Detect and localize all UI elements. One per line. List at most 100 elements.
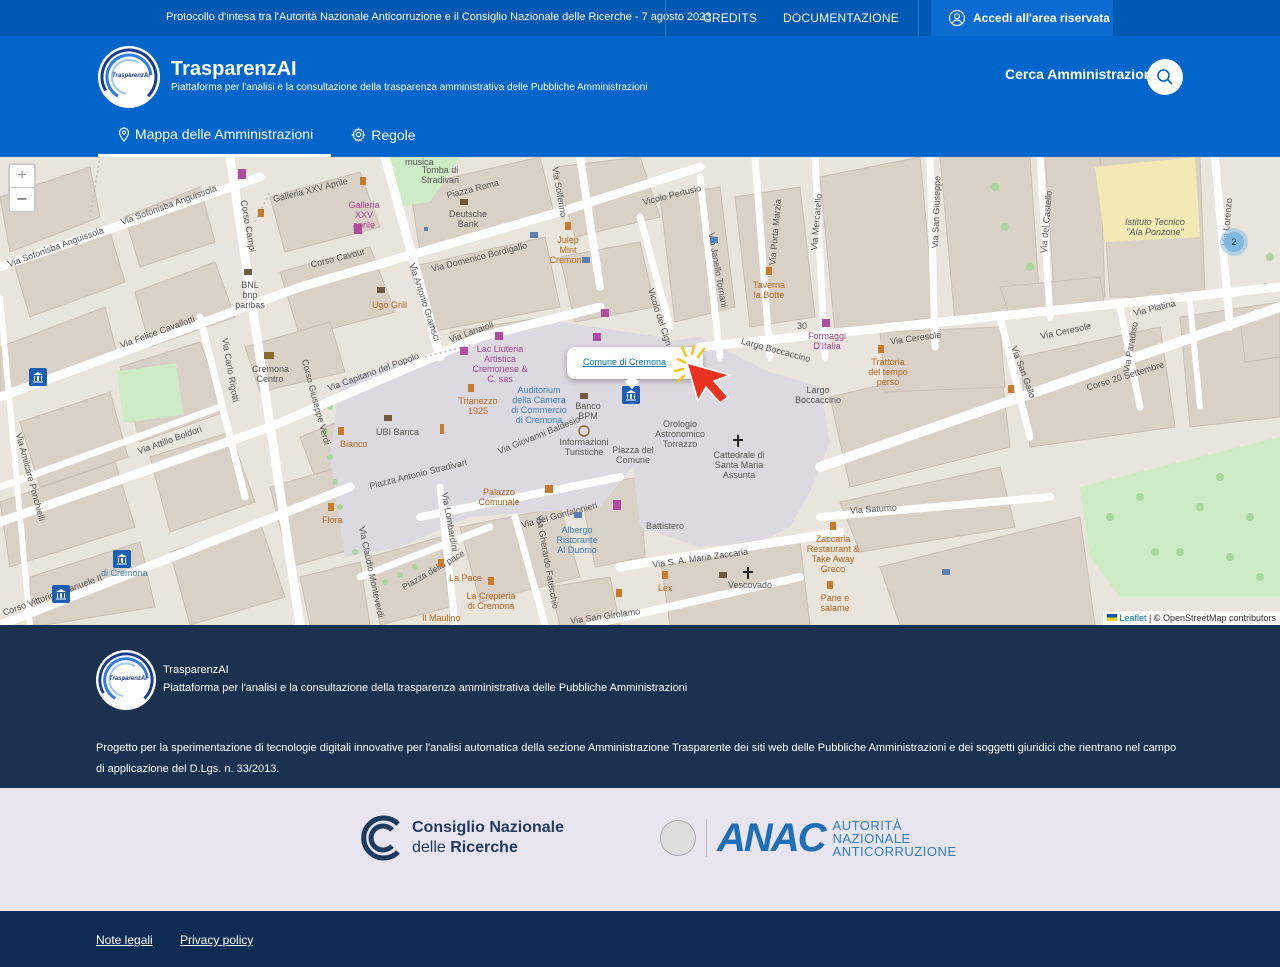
map-label: Taverna la Botte <box>752 280 786 300</box>
bottom-bar: Note legali Privacy policy <box>0 911 1280 967</box>
protocol-text: Protocollo d'intesa tra l'Autorità Nazio… <box>166 11 712 23</box>
map-label: Banco BPM <box>575 401 601 421</box>
trasparenzai-logo[interactable]: TrasparenzAI <box>98 46 160 108</box>
institution-marker[interactable] <box>29 368 47 386</box>
zoom-in-button[interactable]: + <box>10 165 34 187</box>
cnr-logo[interactable]: Consiglio Nazionale delle Ricerche <box>358 814 564 862</box>
anac-wordmark: ANAC <box>717 816 827 860</box>
map-attribution: Leaflet | © OpenStreetMap contributors <box>1102 611 1280 625</box>
map-label: 30 <box>797 321 808 331</box>
top-bar: Protocollo d'intesa tra l'Autorità Nazio… <box>0 0 1280 36</box>
map-label: Albergo Ristorante Al Duomo <box>556 525 598 555</box>
zoom-out-button[interactable]: – <box>10 187 34 210</box>
popup-link-comune[interactable]: Comune di Cremona <box>583 357 666 367</box>
cluster-marker[interactable]: 2 <box>1220 228 1248 256</box>
search-icon <box>1157 69 1173 85</box>
map-label: Informazioni Turistiche <box>559 437 609 457</box>
map-label: Trianezzo 1925 <box>458 396 498 416</box>
site-header: TrasparenzAI TrasparenzAI Piattaforma pe… <box>0 36 1280 157</box>
map-label: Tomba di Stradivari <box>420 165 459 185</box>
nav-label-mappa: Mappa delle Amministrazioni <box>135 126 314 142</box>
leaflet-link[interactable]: Leaflet <box>1119 613 1146 623</box>
site-footer: TrasparenzAI TrasparenzAI Piattaforma pe… <box>0 625 1280 788</box>
nav-label-regole: Regole <box>371 126 416 143</box>
map-label: La Pace <box>449 573 483 583</box>
map-label: Formaggi D'Italia <box>807 331 846 351</box>
cnr-line1: Consiglio Nazionale <box>412 819 565 836</box>
bank-building-icon <box>626 390 636 401</box>
footer-description: Progetto per la sperimentazione di tecno… <box>96 742 1177 775</box>
map-label: Deutsche Bank <box>448 209 488 229</box>
osm-attribution: | © OpenStreetMap contributors <box>1148 613 1276 623</box>
map-label: Cattedrale di Santa Maria Assunta <box>713 450 765 480</box>
bank-building-icon <box>117 554 127 565</box>
cnr-emblem-icon <box>361 815 400 861</box>
map-pin-icon <box>118 126 130 142</box>
map-label: Largo Boccaccino <box>794 385 842 405</box>
map-label: Zaccaria Restaurant & Take Away Greco <box>806 534 860 574</box>
privacy-policy-link[interactable]: Privacy policy <box>180 933 253 947</box>
divider <box>918 0 919 36</box>
footer-logo: TrasparenzAI <box>96 650 156 710</box>
cnr-line2b: Ricerche <box>450 839 518 856</box>
map-label: Ugo Grill <box>372 300 408 310</box>
footer-site-name: TrasparenzAI <box>163 664 229 676</box>
map-label: BNL bnp paribas <box>235 280 265 310</box>
map-label: Pane e salame <box>820 593 850 613</box>
map-view[interactable]: Galleria XXV Aprile Piazza Roma Via Solf… <box>0 157 1280 625</box>
ukraine-flag-icon <box>1106 614 1117 621</box>
map-label: Bianco <box>340 439 368 449</box>
search-label[interactable]: Cerca Amministrazioni <box>1005 66 1156 82</box>
map-label: Trattoria del tempo perso <box>868 357 908 387</box>
documentation-link[interactable]: DOCUMENTAZIONE <box>783 11 899 25</box>
credits-link[interactable]: CREDITS <box>703 11 757 25</box>
map-label: La Crepieria di Cremona <box>466 591 516 611</box>
cluster-count: 2 <box>1224 232 1244 252</box>
map-label: Auditorium della Camera di Commercio di … <box>511 385 567 425</box>
login-button[interactable]: Accedi all'area riservata <box>931 0 1113 36</box>
map-label: Cremona Centro <box>252 364 290 384</box>
institution-marker[interactable] <box>52 585 70 603</box>
gear-icon <box>351 127 366 142</box>
nav-item-mappa[interactable]: Mappa delle Amministrazioni <box>98 114 332 157</box>
nav-item-regole[interactable]: Regole <box>331 114 433 155</box>
anac-line3: ANTICORRUZIONE <box>832 843 957 859</box>
bank-building-icon <box>33 372 43 383</box>
institution-marker[interactable] <box>113 550 131 568</box>
divider <box>665 0 666 36</box>
map-label: Orologio Astronomico Torrazzo <box>655 419 706 449</box>
click-cursor-icon <box>673 345 733 403</box>
map-label: Julep Mint Cremona <box>549 235 587 265</box>
legal-notes-link[interactable]: Note legali <box>96 933 153 947</box>
map-label: Palazzo Comunale <box>478 487 520 507</box>
zoom-control: + – <box>8 163 36 213</box>
logo-text: TrasparenzAI <box>112 73 150 79</box>
footer-logo-text: TrasparenzAI <box>109 676 147 682</box>
anac-logo[interactable]: ANAC AUTORITÀ NAZIONALE ANTICORRUZIONE <box>660 818 957 858</box>
login-label: Accedi all'area riservata <box>973 11 1110 25</box>
map-label: Battistero <box>646 521 685 531</box>
map-label: Galleria XXV aprile <box>348 200 380 230</box>
main-nav: Mappa delle Amministrazioni Regole <box>98 114 434 157</box>
map-label: Istituto Tecnico "Ala Ponzone" <box>1125 217 1185 237</box>
anac-line2: NAZIONALE <box>832 830 911 846</box>
map-label: di Cremona <box>101 568 148 578</box>
cnr-line2a: delle <box>412 839 451 856</box>
map-label: Flora <box>322 515 343 525</box>
map-label: Lex <box>658 583 673 593</box>
anac-line1: AUTORITÀ <box>832 817 903 833</box>
map-label: Il Maulino <box>422 613 461 623</box>
map-label: UBI Banca <box>376 427 420 437</box>
footer-tagline: Piattaforma per l'analisi e la consultaz… <box>163 682 688 694</box>
partners-section: Consiglio Nazionale delle Ricerche ANAC … <box>0 788 1280 911</box>
search-button[interactable] <box>1147 59 1183 95</box>
map-label: Vescovado <box>728 580 773 590</box>
site-title: TrasparenzAI <box>171 58 297 80</box>
map-label: Lac Liuteria Artistica Cremonese & C. sa… <box>472 344 528 384</box>
site-tagline: Piattaforma per l'analisi e la consultaz… <box>171 82 648 93</box>
user-icon <box>949 10 965 26</box>
italian-republic-emblem <box>660 820 696 856</box>
divider <box>706 819 707 857</box>
map-label: Piazza del Comune <box>612 445 654 465</box>
bank-building-icon <box>56 589 66 600</box>
